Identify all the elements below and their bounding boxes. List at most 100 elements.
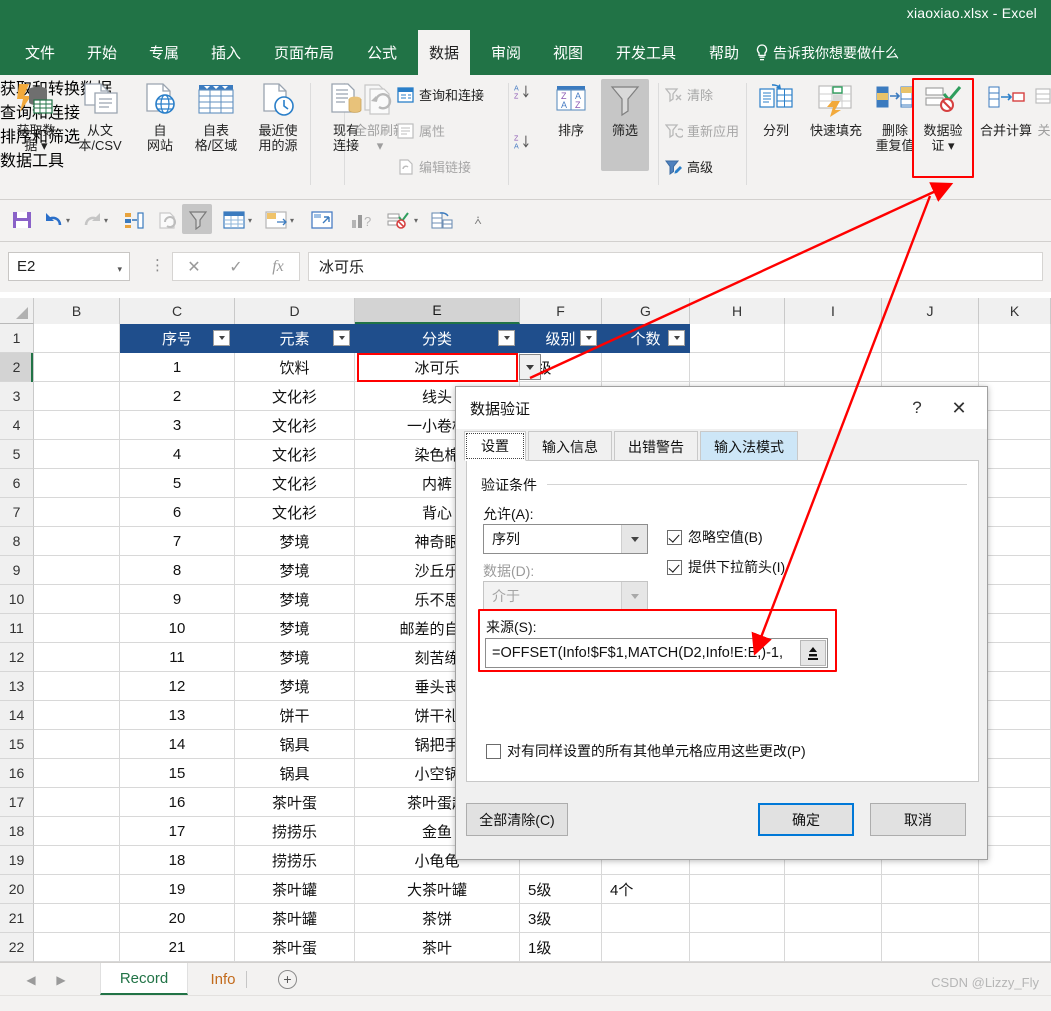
cell-C17[interactable]: 16	[120, 788, 235, 817]
cell-D6[interactable]: 文化衫	[235, 469, 355, 498]
row-header-10[interactable]: 10	[0, 585, 34, 614]
row-header-14[interactable]: 14	[0, 701, 34, 730]
name-box[interactable]: E2 ▾	[8, 252, 130, 281]
cell-D15[interactable]: 锅具	[235, 730, 355, 759]
cell-C22[interactable]: 21	[120, 933, 235, 962]
cell-B10[interactable]	[34, 585, 120, 614]
clear-filter-button[interactable]: 清除	[664, 85, 713, 104]
cell-G22[interactable]	[602, 933, 690, 962]
next-sheet-icon[interactable]: ▶	[52, 971, 70, 989]
cell-C16[interactable]: 15	[120, 759, 235, 788]
cell-B4[interactable]	[34, 411, 120, 440]
sheet-tab-info[interactable]: Info	[192, 963, 254, 995]
cell-B7[interactable]	[34, 498, 120, 527]
row-header-11[interactable]: 11	[0, 614, 34, 643]
cell-B20[interactable]	[34, 875, 120, 904]
cell-H22[interactable]	[690, 933, 785, 962]
cell-B8[interactable]	[34, 527, 120, 556]
cell-C15[interactable]: 14	[120, 730, 235, 759]
redo-caret-icon[interactable]: ▾	[102, 217, 110, 225]
from-text-csv-button[interactable]: 从文 本/CSV	[69, 79, 131, 153]
cell-D16[interactable]: 锅具	[235, 759, 355, 788]
cell-B3[interactable]	[34, 382, 120, 411]
cell-K17[interactable]	[979, 788, 1051, 817]
cell-K5[interactable]	[979, 440, 1051, 469]
dialog-tab-1[interactable]: 输入信息	[528, 431, 612, 461]
cell-B12[interactable]	[34, 643, 120, 672]
cell-C6[interactable]: 5	[120, 469, 235, 498]
select-all-corner[interactable]	[0, 298, 34, 324]
cell-E21[interactable]: 茶饼	[355, 904, 520, 933]
data-validation-button[interactable]: 数据验 证 ▾	[918, 79, 968, 153]
cell-D9[interactable]: 梦境	[235, 556, 355, 585]
advanced-filter-button[interactable]: 高级	[664, 157, 713, 176]
row-header-3[interactable]: 3	[0, 382, 34, 411]
ribbon-tab-10[interactable]: 帮助	[698, 30, 750, 75]
row-header-5[interactable]: 5	[0, 440, 34, 469]
cell-B13[interactable]	[34, 672, 120, 701]
cell-B19[interactable]	[34, 846, 120, 875]
cell-B21[interactable]	[34, 904, 120, 933]
chevron-down-icon[interactable]	[621, 525, 647, 553]
column-header-G[interactable]: G	[602, 298, 690, 324]
row-header-1[interactable]: 1	[0, 324, 34, 353]
cell-C21[interactable]: 20	[120, 904, 235, 933]
row-header-21[interactable]: 21	[0, 904, 34, 933]
cell-C9[interactable]: 8	[120, 556, 235, 585]
ribbon-tab-1[interactable]: 开始	[76, 30, 128, 75]
save-icon[interactable]	[8, 206, 36, 234]
reapply-filter-button[interactable]: 重新应用	[664, 121, 739, 140]
column-header-B[interactable]: B	[34, 298, 120, 324]
cell-K8[interactable]	[979, 527, 1051, 556]
cell-C8[interactable]: 7	[120, 527, 235, 556]
cell-B9[interactable]	[34, 556, 120, 585]
cell-G2[interactable]	[602, 353, 690, 382]
cell-D17[interactable]: 茶叶蛋	[235, 788, 355, 817]
row-header-20[interactable]: 20	[0, 875, 34, 904]
cell-F22[interactable]: 1级	[520, 933, 602, 962]
validation-caret-icon[interactable]: ▾	[412, 217, 420, 225]
ribbon-tab-9[interactable]: 开发工具	[604, 30, 688, 75]
cell-B2[interactable]	[34, 353, 120, 382]
column-header-C[interactable]: C	[120, 298, 235, 324]
sort-ascending-button[interactable]: A Z	[514, 83, 537, 101]
ok-button[interactable]: 确定	[758, 803, 854, 836]
cell-D21[interactable]: 茶叶罐	[235, 904, 355, 933]
tell-me-box[interactable]: 告诉我你想要做什么	[755, 30, 899, 75]
edit-links-button[interactable]: 编辑链接	[396, 157, 471, 176]
cell-D8[interactable]: 梦境	[235, 527, 355, 556]
row-header-16[interactable]: 16	[0, 759, 34, 788]
cell-B22[interactable]	[34, 933, 120, 962]
cell-D5[interactable]: 文化衫	[235, 440, 355, 469]
cell-I2[interactable]	[785, 353, 882, 382]
cell-I21[interactable]	[785, 904, 882, 933]
row-header-6[interactable]: 6	[0, 469, 34, 498]
queries-connections-button[interactable]: 查询和连接	[396, 85, 484, 104]
cell-D20[interactable]: 茶叶罐	[235, 875, 355, 904]
chevron-down-icon[interactable]: ▾	[117, 264, 122, 275]
undo-caret-icon[interactable]: ▾	[64, 217, 72, 225]
cell-J1[interactable]	[882, 324, 979, 353]
cell-H20[interactable]	[690, 875, 785, 904]
help-icon[interactable]: ?	[903, 395, 931, 421]
cell-D7[interactable]: 文化衫	[235, 498, 355, 527]
confirm-icon[interactable]: ✓	[215, 257, 257, 277]
filter-dropdown-C[interactable]	[213, 330, 230, 346]
cell-dropdown-arrow[interactable]	[519, 354, 541, 380]
cell-C13[interactable]: 12	[120, 672, 235, 701]
row-header-19[interactable]: 19	[0, 846, 34, 875]
cell-C10[interactable]: 9	[120, 585, 235, 614]
table-caret-icon[interactable]: ▾	[246, 217, 254, 225]
cell-F20[interactable]: 5级	[520, 875, 602, 904]
cell-K2[interactable]	[979, 353, 1051, 382]
cell-D10[interactable]: 梦境	[235, 585, 355, 614]
from-web-button[interactable]: 自 网站	[135, 79, 185, 153]
cell-C4[interactable]: 3	[120, 411, 235, 440]
cell-J22[interactable]	[882, 933, 979, 962]
filter-dropdown-D[interactable]	[333, 330, 350, 346]
cell-K15[interactable]	[979, 730, 1051, 759]
cell-B15[interactable]	[34, 730, 120, 759]
cell-B11[interactable]	[34, 614, 120, 643]
transpose-icon[interactable]	[308, 206, 336, 234]
cell-K21[interactable]	[979, 904, 1051, 933]
